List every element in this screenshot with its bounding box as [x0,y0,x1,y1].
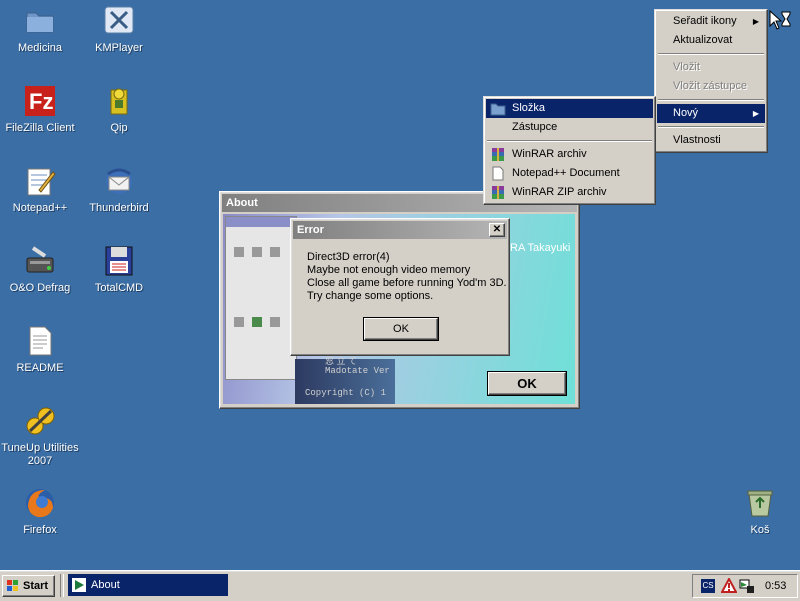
start-button[interactable]: Start [2,575,55,597]
tuneup-icon [23,404,57,438]
error-line-3: Close all game before running Yod'm 3D. [307,277,507,289]
network-icon[interactable] [739,578,755,594]
folder-icon [490,101,506,116]
menu-separator [658,99,764,101]
error-line-4: Try change some options. [307,290,434,302]
winrar-icon [490,147,506,162]
desktop-icon-medicina[interactable]: Medicina [1,4,79,55]
notepadpp-icon [23,164,57,198]
error-message: Direct3D error(4) Maybe not enough video… [307,251,507,303]
defrag-icon [23,244,57,278]
desktop-icon-tuneup[interactable]: TuneUp Utilities 2007 [1,404,79,468]
system-tray: CS 0:53 [692,574,798,598]
taskbar: Start About CS 0:53 [0,570,800,601]
about-copyright: Copyright (C) 1 [305,388,387,398]
submenu-arrow-icon: ▶ [752,17,759,26]
warning-icon[interactable] [720,576,738,594]
new-submenu[interactable]: Složka Zástupce WinRAR archiv Notepad++ … [483,96,656,205]
about-screenshot-image [225,216,297,380]
error-line-2: Maybe not enough video memory [307,264,471,276]
about-app-name: Madotate Ver [325,366,390,376]
menu-separator [658,53,764,55]
taskbar-divider [60,574,64,597]
menu-item-paste: Vložit [673,61,700,73]
clock[interactable]: 0:53 [765,575,786,597]
mouse-cursor-icon [769,9,793,32]
language-icon[interactable]: CS [701,579,715,593]
taskbar-task-about[interactable]: About [68,574,228,596]
menu-separator [487,140,652,142]
error-title: Error [297,224,324,236]
text-document-icon [23,324,57,358]
kmplayer-icon [102,4,136,38]
desktop-icon-qip[interactable]: Qip [80,84,158,135]
windows-logo-icon [6,579,20,593]
error-dialog[interactable]: Error ✕ Direct3D error(4) Maybe not enou… [290,218,510,356]
submenu-item-shortcut[interactable]: Zástupce [486,118,653,137]
menu-item-refresh[interactable]: Aktualizovat [657,31,765,50]
winrar-zip-icon [490,185,506,200]
thunderbird-icon [102,164,136,198]
menu-item-properties[interactable]: Vlastnosti [657,131,765,150]
desktop-icon-notepadpp[interactable]: Notepad++ [1,164,79,215]
error-line-1: Direct3D error(4) [307,251,390,263]
qip-icon [102,84,136,118]
filezilla-icon: Fz [23,84,57,118]
about-title: About [226,197,258,209]
desktop-icon-oo-defrag[interactable]: O&O Defrag [1,244,79,295]
svg-text:Fz: Fz [29,89,53,114]
menu-separator [658,126,764,128]
about-ok-button[interactable]: OK [487,371,567,396]
desktop-context-menu[interactable]: Seřadit ikony ▶ Aktualizovat Vložit Vloži… [654,9,768,153]
error-titlebar[interactable]: Error ✕ [293,221,507,239]
submenu-item-winrar-zip[interactable]: WinRAR ZIP archiv [486,183,653,202]
submenu-item-folder[interactable]: Složka [486,99,653,118]
desktop-icon-thunderbird[interactable]: Thunderbird [80,164,158,215]
desktop-icon-firefox[interactable]: Firefox [1,486,79,537]
close-icon[interactable]: ✕ [489,223,505,237]
desktop-icon-recycle-bin[interactable]: Koš [721,486,799,537]
desktop-icon-totalcmd[interactable]: TotalCMD [80,244,158,295]
submenu-arrow-icon: ▶ [752,109,759,118]
document-icon [490,166,506,181]
firefox-icon [23,486,57,520]
desktop-icon-filezilla[interactable]: Fz FileZilla Client [1,84,79,135]
menu-item-new[interactable]: Nový ▶ [657,104,765,123]
submenu-item-winrar-archive[interactable]: WinRAR archiv [486,145,653,164]
about-author: RA Takayuki [510,242,571,254]
folder-icon [23,4,57,38]
error-ok-button[interactable]: OK [363,317,439,341]
menu-item-arrange-icons[interactable]: Seřadit ikony ▶ [657,12,765,31]
menu-item-paste-shortcut: Vložit zástupce [673,80,747,92]
submenu-item-notepadpp-document[interactable]: Notepad++ Document [486,164,653,183]
desktop-icon-readme[interactable]: README [1,324,79,375]
media-play-icon [72,578,86,592]
floppy-icon [102,244,136,278]
recycle-bin-icon [743,486,777,520]
desktop-icon-kmplayer[interactable]: KMPlayer [80,4,158,55]
